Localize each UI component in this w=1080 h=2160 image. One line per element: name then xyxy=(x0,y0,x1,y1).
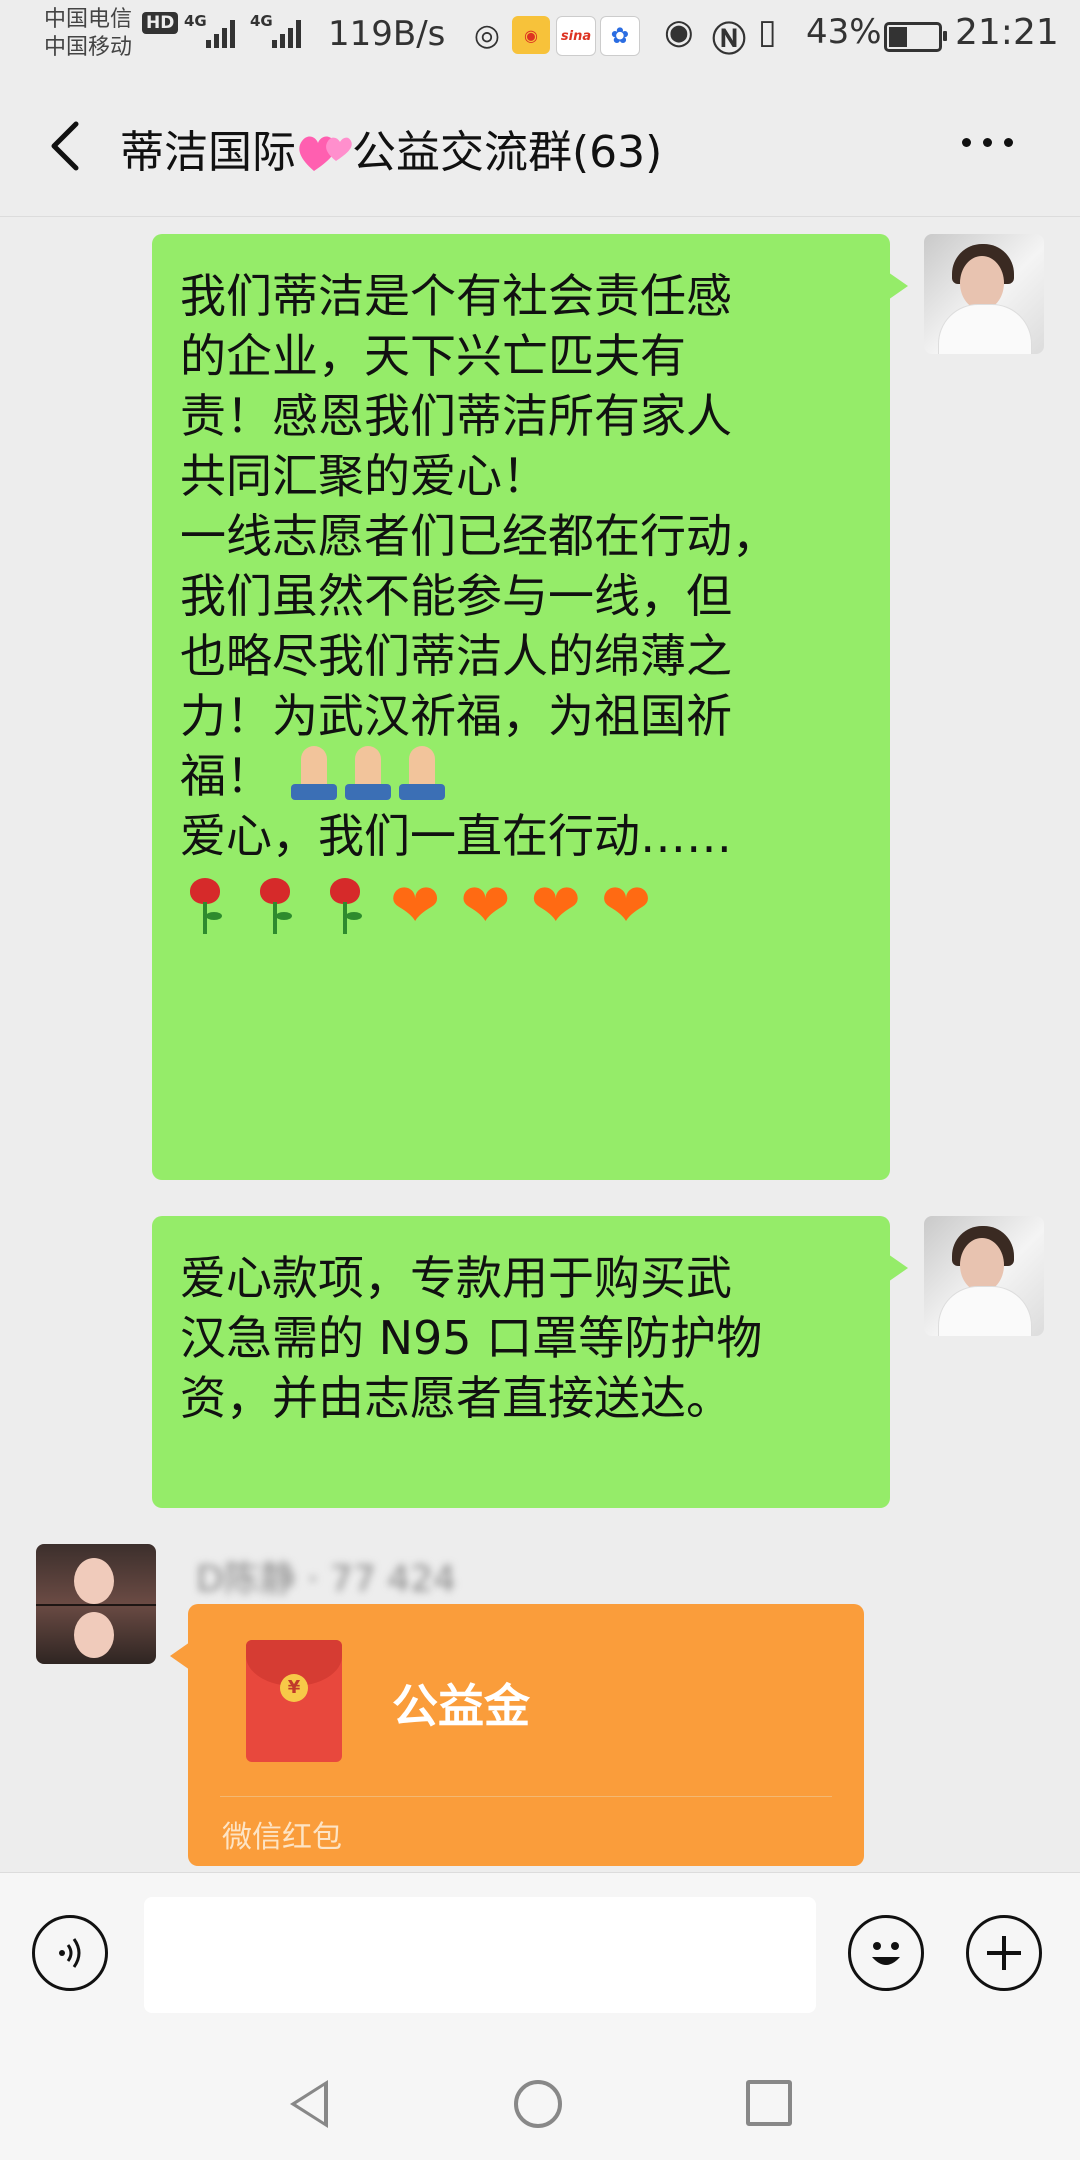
folded-hands-icon xyxy=(341,746,395,802)
status-bar: 中国电信 中国移动 HD 4G 4G 119B/s ◎ ◉ sina ✿ ◉ Ⓝ… xyxy=(0,0,1080,72)
avatar[interactable] xyxy=(924,234,1044,354)
smiley-icon[interactable] xyxy=(848,1915,924,1991)
message-bubble[interactable]: 爱心款项，专款用于购买武 汉急需的 N95 口罩等防护物 资，并由志愿者直接送达… xyxy=(152,1216,908,1508)
sina-icon: sina xyxy=(556,16,596,56)
message-line-text: 福！ xyxy=(180,749,272,803)
system-nav-bar xyxy=(0,2056,1080,2160)
message-line: 的企业，天下兴亡匹夫有 xyxy=(180,329,686,383)
network-type-1: 4G xyxy=(184,12,207,30)
chat-title-part2: 公益交流群(63) xyxy=(352,127,663,178)
divider xyxy=(220,1796,832,1797)
message-line: 也略尽我们蒂洁人的绵薄之 xyxy=(180,629,732,683)
message-line: 资，并由志愿者直接送达。 xyxy=(180,1371,732,1425)
more-options-icon[interactable] xyxy=(962,138,1013,147)
message-input[interactable] xyxy=(144,1897,816,2013)
eye-icon: ◉ xyxy=(664,12,694,52)
battery-icon xyxy=(884,22,947,52)
red-packet-title: 公益金 xyxy=(392,1679,530,1733)
nav-home-icon[interactable] xyxy=(514,2080,562,2128)
folded-hands-icon xyxy=(287,746,341,802)
rose-icon xyxy=(320,876,370,936)
chat-title-part1: 蒂洁国际 xyxy=(120,127,296,178)
red-packet-label: 微信红包 xyxy=(222,1820,342,1855)
bubble-tail xyxy=(888,1254,908,1282)
orange-heart-icon: ❤ xyxy=(530,871,581,941)
net-speed: 119B/s xyxy=(328,14,446,54)
chat-title: 蒂洁国际 公益交流群(63) xyxy=(120,116,662,180)
nav-recents-icon[interactable] xyxy=(746,2080,792,2126)
back-arrow-icon[interactable] xyxy=(38,116,98,176)
orange-heart-icon: ❤ xyxy=(460,871,511,941)
wechat-icon: ◎ xyxy=(473,17,501,53)
bubble-tail xyxy=(888,272,908,300)
weibo-icon: ◉ xyxy=(512,16,550,54)
message-line: 我们虽然不能参与一线，但 xyxy=(180,569,732,623)
hd-badge: HD xyxy=(142,12,179,34)
plus-icon[interactable] xyxy=(966,1915,1042,1991)
message-line: 汉急需的 N95 口罩等防护物 xyxy=(180,1311,763,1365)
message-line: 福！ xyxy=(180,746,866,806)
emoji-row: ❤ ❤ ❤ ❤ xyxy=(180,874,866,938)
battery-fill xyxy=(889,27,908,47)
baidu-icon: ✿ xyxy=(600,16,640,56)
nfc-icon: Ⓝ xyxy=(712,20,746,60)
rose-icon xyxy=(180,876,230,936)
folded-hands-icon xyxy=(395,746,449,802)
message-line: 爱心款项，专款用于购买武 xyxy=(180,1251,732,1305)
orange-heart-icon: ❤ xyxy=(390,871,441,941)
signal-bars-2-icon xyxy=(272,14,301,48)
message-line: 一线志愿者们已经都在行动， xyxy=(180,509,778,563)
carrier-1: 中国电信 xyxy=(44,7,133,32)
clock: 21:21 xyxy=(955,12,1059,53)
input-bar xyxy=(0,1872,1080,2057)
message-line: 责！感恩我们蒂洁所有家人 xyxy=(180,389,732,443)
carrier-info: 中国电信 中国移动 xyxy=(44,6,132,62)
message-line: 共同汇聚的爱心！ xyxy=(180,449,548,503)
two-hearts-icon xyxy=(299,136,352,171)
vibrate-icon: ▯ xyxy=(758,12,777,52)
message-bubble[interactable]: 我们蒂洁是个有社会责任感 的企业，天下兴亡匹夫有 责！感恩我们蒂洁所有家人 共同… xyxy=(152,234,908,1180)
nav-back-icon[interactable] xyxy=(290,2080,328,2128)
network-type-2: 4G xyxy=(250,12,273,30)
red-envelope-icon: ¥ xyxy=(246,1640,342,1762)
bubble-tail xyxy=(170,1642,190,1670)
voice-icon[interactable] xyxy=(32,1915,108,1991)
message-line: 我们蒂洁是个有社会责任感 xyxy=(180,269,732,323)
avatar[interactable] xyxy=(924,1216,1044,1336)
signal-bars-1-icon xyxy=(206,14,235,48)
rose-icon xyxy=(250,876,300,936)
battery-percent: 43% xyxy=(806,12,882,52)
orange-heart-icon: ❤ xyxy=(600,871,652,941)
sender-name: D陈静 · 77 424 xyxy=(196,1559,457,1600)
currency-symbol: ¥ xyxy=(280,1674,308,1702)
chat-header: 蒂洁国际 公益交流群(63) xyxy=(0,72,1080,217)
carrier-2: 中国移动 xyxy=(44,35,133,60)
sender-avatar[interactable] xyxy=(36,1544,156,1664)
message-line: 爱心，我们一直在行动…… xyxy=(180,809,732,863)
message-line: 力！为武汉祈福，为祖国祈 xyxy=(180,689,732,743)
red-packet-card[interactable]: ¥ 公益金 微信红包 xyxy=(170,1604,864,1866)
